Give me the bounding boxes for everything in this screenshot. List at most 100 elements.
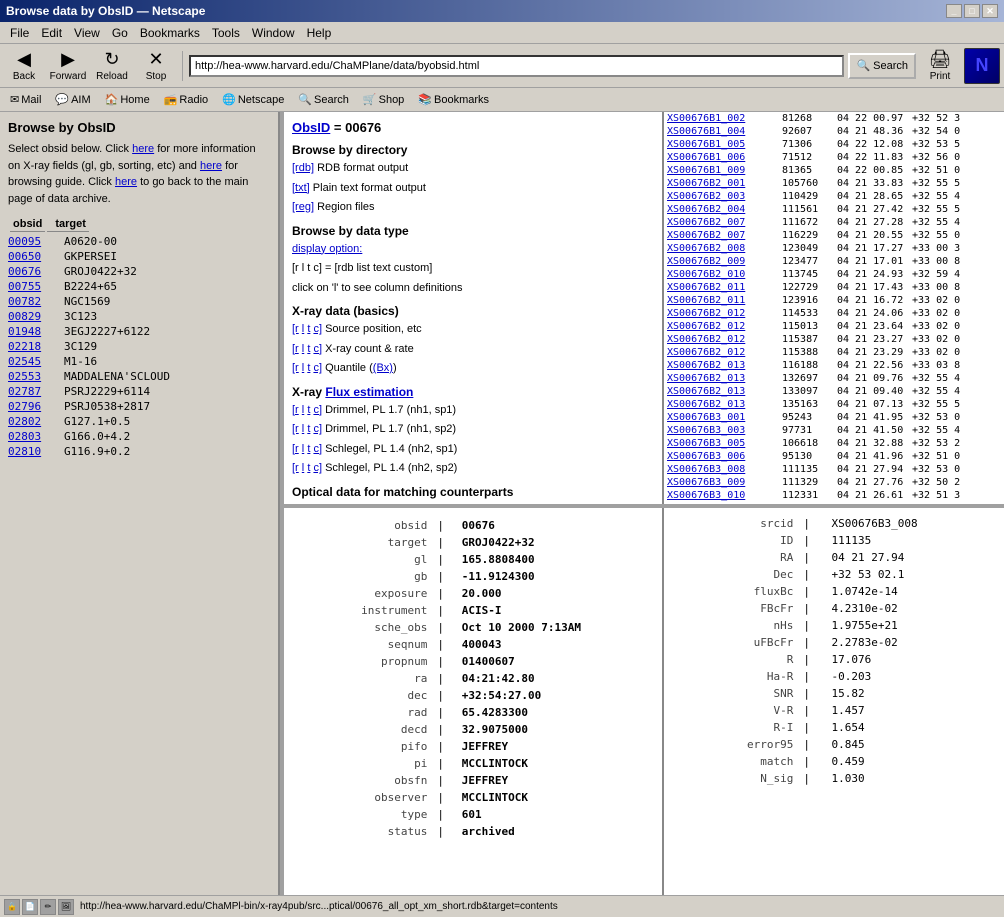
data-id-link[interactable]: XS00676B3_009 — [667, 477, 782, 488]
data-id-link[interactable]: XS00676B2_011 — [667, 282, 782, 293]
personal-mail[interactable]: ✉ Mail — [4, 91, 47, 108]
basics-r[interactable]: [r — [292, 323, 299, 335]
display-option-link[interactable]: display option: — [292, 243, 362, 255]
data-id-link[interactable]: XS00676B1_009 — [667, 165, 782, 176]
obsid-link[interactable]: 02218 — [8, 340, 58, 353]
data-id-link[interactable]: XS00676B2_007 — [667, 230, 782, 241]
personal-radio[interactable]: 📻 Radio — [158, 91, 214, 108]
print-button[interactable]: 🖨 Print — [920, 47, 960, 85]
obsid-link[interactable]: 00755 — [8, 280, 58, 293]
data-id-link[interactable]: XS00676B1_004 — [667, 126, 782, 137]
data-id-link[interactable]: XS00676B1_005 — [667, 139, 782, 150]
txt-link[interactable]: [txt] — [292, 182, 310, 194]
obsid-link[interactable]: 00782 — [8, 295, 58, 308]
data-id-link[interactable]: XS00676B2_001 — [667, 178, 782, 189]
rdb-link[interactable]: [rdb] — [292, 162, 314, 174]
forward-button[interactable]: ▶ Forward — [48, 47, 88, 85]
detail-row-sche-obs: sche_obs | Oct 10 2000 7:13AM — [294, 620, 652, 635]
obsid-link[interactable]: 00650 — [8, 250, 58, 263]
personal-aim[interactable]: 💬 AIM — [49, 91, 96, 108]
seqnum-label: seqnum — [294, 637, 431, 652]
data-id-link[interactable]: XS00676B3_010 — [667, 490, 782, 501]
menu-file[interactable]: File — [4, 24, 35, 42]
personal-bookmarks[interactable]: 📚 Bookmarks — [412, 91, 495, 108]
obsid-link[interactable]: 02553 — [8, 370, 58, 383]
minimize-button[interactable]: _ — [946, 4, 962, 18]
basics-quant: [r l t c] Quantile ((Bx)) — [292, 360, 654, 377]
personal-search[interactable]: 🔍 Search — [292, 91, 355, 108]
obsid-link[interactable]: 00829 — [8, 310, 58, 323]
data-id-link[interactable]: XS00676B1_002 — [667, 113, 782, 124]
menu-edit[interactable]: Edit — [35, 24, 68, 42]
obsid-link[interactable]: 02545 — [8, 355, 58, 368]
bx-link[interactable]: (Bx) — [373, 362, 393, 374]
search-button[interactable]: 🔍 Search — [848, 53, 916, 79]
close-button[interactable]: ✕ — [982, 4, 998, 18]
data-id-link[interactable]: XS00676B3_003 — [667, 425, 782, 436]
data-id-link[interactable]: XS00676B2_011 — [667, 295, 782, 306]
maximize-button[interactable]: □ — [964, 4, 980, 18]
quant-l[interactable]: l — [302, 362, 304, 374]
rate-c[interactable]: c] — [313, 343, 322, 355]
personal-netscape[interactable]: 🌐 Netscape — [216, 91, 290, 108]
data-id-link[interactable]: XS00676B2_013 — [667, 399, 782, 410]
menu-go[interactable]: Go — [106, 24, 134, 42]
obsid-link[interactable]: ObsID — [292, 120, 330, 135]
quant-c[interactable]: c] — [313, 362, 322, 374]
basics-l[interactable]: l — [302, 323, 304, 335]
menu-window[interactable]: Window — [246, 24, 301, 42]
stop-button[interactable]: ✕ Stop — [136, 47, 176, 85]
reg-link[interactable]: [reg] — [292, 201, 314, 213]
obsid-link[interactable]: 02802 — [8, 415, 58, 428]
data-id-link[interactable]: XS00676B2_003 — [667, 191, 782, 202]
menu-tools[interactable]: Tools — [206, 24, 246, 42]
sidebar-link-1[interactable]: here — [132, 143, 154, 155]
obsid-link[interactable]: 02787 — [8, 385, 58, 398]
data-id-link[interactable]: XS00676B2_010 — [667, 269, 782, 280]
obsid-link[interactable]: 02796 — [8, 400, 58, 413]
basics-c[interactable]: c] — [313, 323, 322, 335]
data-id-link[interactable]: XS00676B1_006 — [667, 152, 782, 163]
data-id-link[interactable]: XS00676B3_008 — [667, 464, 782, 475]
data-id-link[interactable]: XS00676B2_008 — [667, 243, 782, 254]
quant-r[interactable]: [r — [292, 362, 299, 374]
menu-bookmarks[interactable]: Bookmarks — [134, 24, 206, 42]
data-id-link[interactable]: XS00676B2_009 — [667, 256, 782, 267]
obsid-link[interactable]: 00095 — [8, 235, 58, 248]
data-id-link[interactable]: XS00676B2_013 — [667, 360, 782, 371]
back-button[interactable]: ◀ Back — [4, 47, 44, 85]
data-id-link[interactable]: XS00676B2_007 — [667, 217, 782, 228]
obsid-link[interactable]: 00676 — [8, 265, 58, 278]
obsid-link[interactable]: 02803 — [8, 430, 58, 443]
rate-t[interactable]: t — [307, 343, 310, 355]
data-id-link[interactable]: XS00676B2_012 — [667, 321, 782, 332]
flux-title-link[interactable]: Flux estimation — [325, 385, 413, 399]
data-id-link[interactable]: XS00676B2_004 — [667, 204, 782, 215]
rate-l[interactable]: l — [302, 343, 304, 355]
quant-t[interactable]: t — [307, 362, 310, 374]
personal-home[interactable]: 🏠 Home — [99, 91, 156, 108]
menu-help[interactable]: Help — [301, 24, 338, 42]
obsid-link[interactable]: 01948 — [8, 325, 58, 338]
source-row-fbcfr: FBcFr | 4.2310e-02 — [672, 601, 996, 616]
sidebar-link-3[interactable]: here — [115, 176, 137, 188]
data-id-link[interactable]: XS00676B2_012 — [667, 308, 782, 319]
data-id-link[interactable]: XS00676B2_012 — [667, 334, 782, 345]
data-id-link[interactable]: XS00676B3_006 — [667, 451, 782, 462]
rate-r[interactable]: [r — [292, 343, 299, 355]
address-input[interactable] — [189, 55, 844, 77]
obsid-link[interactable]: 02810 — [8, 445, 58, 458]
sidebar-link-2[interactable]: here — [200, 160, 222, 172]
source-row-match: match | 0.459 — [672, 754, 996, 769]
basics-t[interactable]: t — [307, 323, 310, 335]
personal-shop[interactable]: 🛒 Shop — [357, 91, 410, 108]
rdb-row: [rdb] RDB format output — [292, 160, 654, 177]
decd-value: 32.9075000 — [458, 722, 652, 737]
data-id-link[interactable]: XS00676B3_005 — [667, 438, 782, 449]
menu-view[interactable]: View — [68, 24, 106, 42]
data-id-link[interactable]: XS00676B2_013 — [667, 386, 782, 397]
data-id-link[interactable]: XS00676B2_013 — [667, 373, 782, 384]
data-id-link[interactable]: XS00676B3_001 — [667, 412, 782, 423]
reload-button[interactable]: ↻ Reload — [92, 47, 132, 85]
data-id-link[interactable]: XS00676B2_012 — [667, 347, 782, 358]
